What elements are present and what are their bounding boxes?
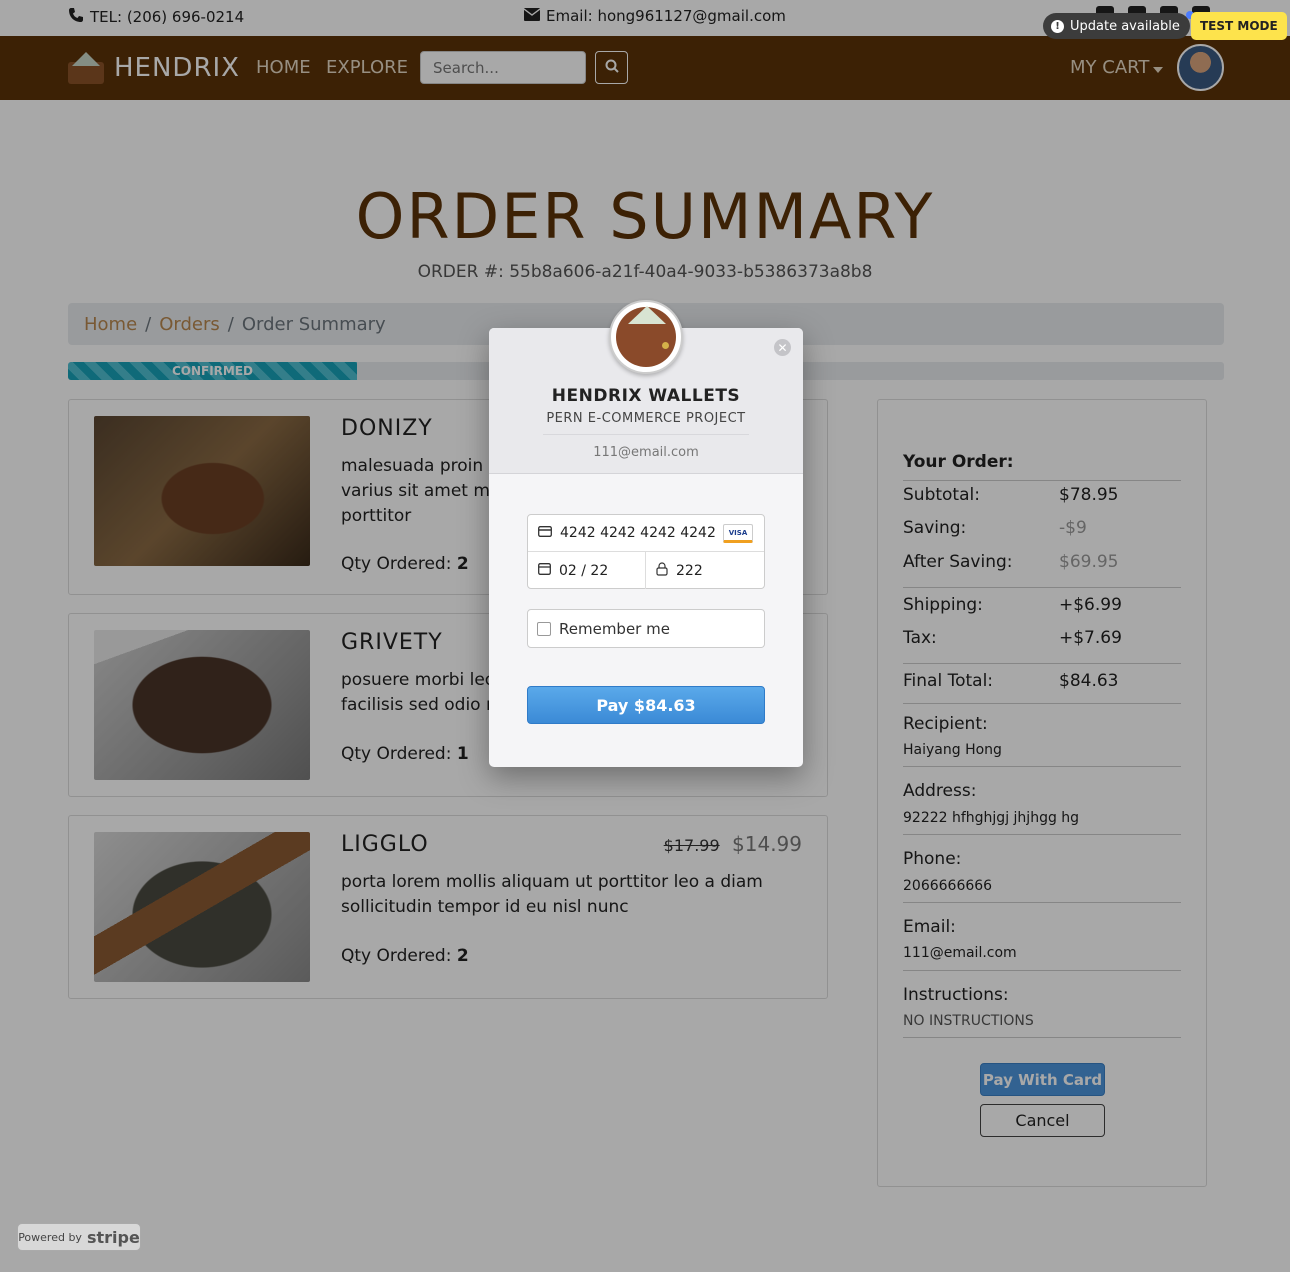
card-expiry-field[interactable]: 02 / 22 [528, 552, 646, 589]
visa-card-icon: VISA [723, 524, 753, 543]
powered-by-text: Powered by [18, 1230, 82, 1244]
pay-button[interactable]: Pay $84.63 [527, 686, 765, 724]
stripe-logo: stripe [86, 1227, 140, 1247]
alert-icon: ! [1051, 19, 1064, 33]
powered-by-stripe-badge[interactable]: Powered by stripe [17, 1223, 141, 1251]
card-number-value: 4242 4242 4242 4242 [560, 525, 716, 541]
update-text: Update available [1070, 18, 1180, 34]
merchant-description: PERN E-COMMERCE PROJECT [546, 411, 746, 426]
stripe-checkout-modal: HENDRIX WALLETS PERN E-COMMERCE PROJECT … [489, 300, 803, 767]
test-mode-badge: TEST MODE [1191, 12, 1287, 40]
card-number-field[interactable]: 4242 4242 4242 4242 VISA [528, 515, 764, 552]
calendar-icon [538, 562, 551, 579]
credit-card-icon [538, 525, 552, 541]
divider [543, 434, 749, 435]
remember-me-label: Remember me [559, 619, 670, 638]
lock-icon [656, 561, 668, 580]
expiry-value: 02 / 22 [559, 562, 609, 579]
cvc-value: 222 [676, 562, 703, 579]
card-details-group: 4242 4242 4242 4242 VISA 02 / 22 222 [527, 514, 765, 589]
close-icon[interactable]: ✕ [774, 339, 791, 356]
remember-me-checkbox[interactable]: Remember me [527, 609, 765, 648]
card-cvc-field[interactable]: 222 [646, 552, 764, 589]
customer-email: 111@email.com [593, 445, 699, 460]
update-available-badge[interactable]: ! Update available [1043, 11, 1194, 39]
checkbox[interactable] [537, 621, 551, 636]
merchant-name: HENDRIX WALLETS [551, 386, 741, 406]
wallet-logo-icon [609, 300, 683, 374]
